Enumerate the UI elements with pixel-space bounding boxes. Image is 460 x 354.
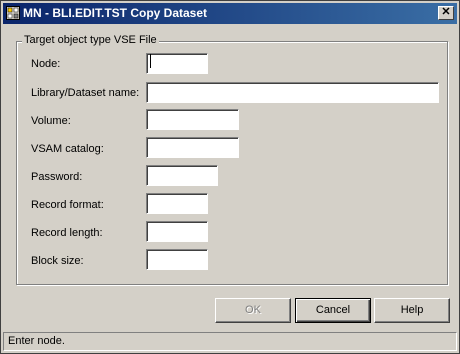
volume-label: Volume: — [31, 115, 71, 127]
app-icon — [6, 6, 20, 20]
record-length-input[interactable] — [146, 221, 208, 242]
target-object-groupbox — [16, 41, 448, 285]
vsam-catalog-label: VSAM catalog: — [31, 143, 104, 155]
volume-input[interactable] — [146, 109, 239, 130]
record-format-label: Record format: — [31, 199, 104, 211]
close-icon: ✕ — [441, 6, 451, 18]
block-size-label: Block size: — [31, 255, 84, 267]
copy-dataset-dialog: MN - BLI.EDIT.TST Copy Dataset ✕ Target … — [0, 0, 460, 354]
library-dataset-label: Library/Dataset name: — [31, 87, 140, 99]
window-title: MN - BLI.EDIT.TST Copy Dataset — [23, 6, 208, 20]
status-bar: Enter node. — [3, 332, 457, 351]
help-button[interactable]: Help — [374, 298, 450, 323]
block-size-input[interactable] — [146, 249, 208, 270]
record-length-label: Record length: — [31, 227, 103, 239]
node-label: Node: — [31, 58, 61, 70]
close-button[interactable]: ✕ — [438, 6, 454, 20]
node-input[interactable] — [146, 53, 208, 74]
groupbox-legend: Target object type VSE File — [22, 34, 159, 46]
record-format-input[interactable] — [146, 193, 208, 214]
password-label: Password: — [31, 171, 83, 183]
ok-button[interactable]: OK — [215, 298, 291, 323]
library-dataset-input[interactable] — [146, 82, 439, 103]
vsam-catalog-input[interactable] — [146, 137, 239, 158]
status-text: Enter node. — [8, 335, 65, 347]
text-caret — [150, 54, 151, 68]
cancel-button[interactable]: Cancel — [295, 298, 371, 323]
title-bar[interactable]: MN - BLI.EDIT.TST Copy Dataset ✕ — [3, 3, 457, 24]
password-input[interactable] — [146, 165, 218, 186]
